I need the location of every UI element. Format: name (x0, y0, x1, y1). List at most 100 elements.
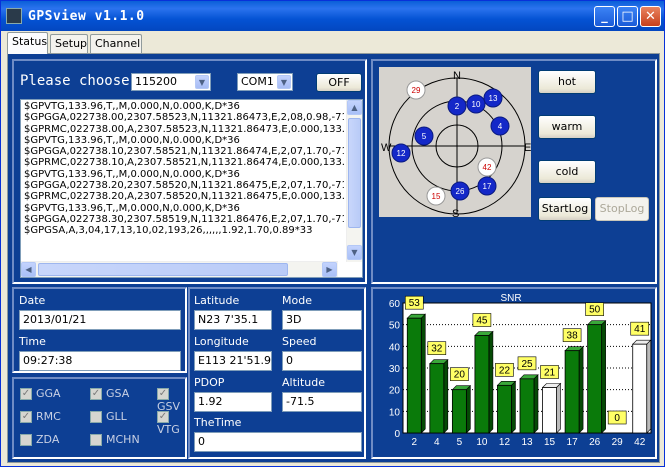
speed-label: Speed (282, 335, 317, 348)
satellite-id: 13 (489, 94, 498, 103)
satellite-id: 29 (412, 86, 421, 95)
warm-start-button[interactable]: warm (538, 115, 596, 139)
filter-label: VTG (157, 423, 180, 436)
close-button[interactable]: ✕ (640, 6, 661, 27)
off-button[interactable]: OFF (316, 73, 362, 92)
snr-value-label: 32 (431, 344, 443, 355)
horizontal-scroll-thumb[interactable] (38, 263, 288, 276)
compass-n: N (453, 70, 461, 82)
satellite-26: 26 (450, 181, 470, 201)
latitude-field[interactable]: N23 7'35.1 (194, 310, 272, 330)
filter-vtg-checkbox: ✓VTG (157, 410, 185, 436)
nmea-filter-panel: ✓ GGA ✓ GSA ✓GSV ✓ RMC GLL ✓VTG ZDA MCHN (12, 377, 187, 459)
pdop-field[interactable]: 1.92 (194, 392, 272, 412)
baud-value: 115200 (135, 75, 177, 88)
snr-xtick-label: 5 (457, 437, 463, 448)
mode-field[interactable]: 3D (282, 310, 362, 330)
snr-value-label: 50 (589, 305, 601, 316)
log-line: $GPRMC,022738.10,A,2307.58521,N,11321.86… (24, 157, 344, 169)
snr-bar (474, 335, 490, 434)
filter-gsa-checkbox: ✓ GSA (90, 387, 129, 401)
checkbox-box: ✓ (157, 388, 169, 400)
port-select[interactable]: COM1 ▼ (237, 73, 293, 91)
maximize-button[interactable]: □ (617, 6, 638, 27)
snr-xtick-label: 26 (589, 437, 601, 448)
sky-plot: N E S W 29 2 10 13 4 5 12 42 15 26 17 (381, 70, 531, 220)
cold-start-button[interactable]: cold (538, 160, 596, 184)
snr-bar (429, 363, 445, 434)
tab-status[interactable]: Status (7, 32, 48, 54)
snr-xtick-label: 10 (476, 437, 488, 448)
altitude-field[interactable]: -71.5 (282, 392, 362, 412)
start-log-button[interactable]: StartLog (538, 197, 592, 221)
title-bar[interactable]: GPSview v1.1.0 _ □ ✕ (1, 1, 664, 31)
time-label: Time (19, 335, 46, 348)
tab-setup[interactable]: Setup (50, 34, 88, 54)
snr-bar (587, 324, 603, 434)
horizontal-scrollbar[interactable]: ◀ ▶ (21, 261, 338, 277)
position-panel: Latitude N23 7'35.1 Mode 3D Longitude E1… (188, 287, 366, 459)
log-line: $GPRMC,022738.00,A,2307.58523,N,11321.86… (24, 123, 344, 135)
compass-s: S (452, 208, 459, 217)
serial-log-panel: Please choose: 115200 ▼ COM1 ▼ OFF $GPVT… (12, 59, 367, 284)
choose-label: Please choose: (20, 73, 139, 89)
snr-bar-side (420, 313, 426, 434)
vertical-scrollbar[interactable]: ▲ ▼ (346, 100, 362, 262)
snr-value-label: 0 (614, 413, 620, 424)
filter-mchn-checkbox: MCHN (90, 433, 140, 447)
snr-bar-side (601, 319, 606, 434)
time-field[interactable]: 09:27:38 (19, 351, 181, 371)
snr-bar (519, 378, 535, 434)
date-field[interactable]: 2013/01/21 (19, 310, 181, 330)
scroll-up-icon[interactable]: ▲ (347, 100, 362, 115)
satellite-id: 15 (432, 192, 441, 201)
scroll-down-icon[interactable]: ▼ (347, 245, 362, 260)
snr-title: SNR (500, 293, 521, 304)
log-line: $GPVTG,133.96,T,,M,0.000,N,0.000,K,D*36 (24, 202, 240, 214)
satellite-id: 17 (483, 182, 492, 191)
filter-zda-checkbox: ZDA (20, 433, 59, 447)
checkbox-box (20, 434, 32, 446)
log-line: $GPGGA,022738.30,2307.58519,N,11321.8647… (24, 213, 344, 225)
longitude-field[interactable]: E113 21'51.9 (194, 351, 272, 371)
speed-field[interactable]: 0 (282, 351, 362, 371)
snr-value-label: 38 (567, 331, 579, 342)
snr-bar (497, 384, 512, 434)
vertical-scroll-thumb[interactable] (348, 118, 361, 228)
satellite-id: 2 (455, 102, 460, 111)
thetime-label: TheTime (194, 416, 242, 429)
filter-gll-checkbox: GLL (90, 410, 127, 424)
snr-bar-side (511, 380, 516, 434)
filter-label: ZDA (36, 433, 60, 446)
satellite-id: 42 (483, 163, 492, 172)
sky-view: N E S W 29 2 10 13 4 5 12 42 15 26 17 (379, 67, 531, 220)
snr-value-label: 45 (476, 316, 488, 327)
snr-panel: SNR 0 10 20 30 40 50 60 53 2 32 4 20 5 45 10 22 12 25 13 21 1… (371, 287, 657, 459)
baud-select[interactable]: 115200 ▼ (131, 73, 211, 91)
snr-value-label: 41 (634, 324, 646, 335)
app-icon (6, 8, 22, 24)
app-window: GPSview v1.1.0 _ □ ✕ Status Setup Channe… (0, 0, 665, 467)
hot-start-button[interactable]: hot (538, 70, 596, 94)
scroll-right-icon[interactable]: ▶ (322, 262, 337, 277)
log-line: $GPVTG,133.96,T,,M,0.000,N,0.000,K,D*36 (24, 168, 240, 180)
tab-channel[interactable]: Channel (90, 34, 142, 54)
scroll-left-icon[interactable]: ◀ (21, 262, 36, 277)
snr-ytick-label: 50 (389, 321, 401, 332)
chevron-down-icon[interactable]: ▼ (195, 75, 209, 89)
date-label: Date (19, 294, 46, 307)
snr-xtick-label: 29 (612, 437, 624, 448)
snr-bar-side (533, 374, 539, 434)
thetime-field[interactable]: 0 (194, 432, 362, 452)
snr-xtick-label: 13 (521, 437, 533, 448)
nmea-log[interactable]: $GPVTG,133.96,T,,M,0.000,N,0.000,K,D*36 $… (20, 99, 363, 278)
latitude-label: Latitude (194, 294, 240, 307)
window-title: GPSview v1.1.0 (28, 9, 145, 24)
log-line: $GPVTG,133.96,T,,M,0.000,N,0.000,K,D*36 (24, 134, 240, 146)
chevron-down-icon[interactable]: ▼ (277, 75, 291, 89)
satellite-id: 12 (397, 149, 406, 158)
filter-gsv-checkbox: ✓GSV (157, 387, 185, 413)
satellite-4: 4 (490, 116, 510, 136)
satellite-42: 42 (477, 157, 497, 177)
minimize-button[interactable]: _ (594, 6, 615, 27)
